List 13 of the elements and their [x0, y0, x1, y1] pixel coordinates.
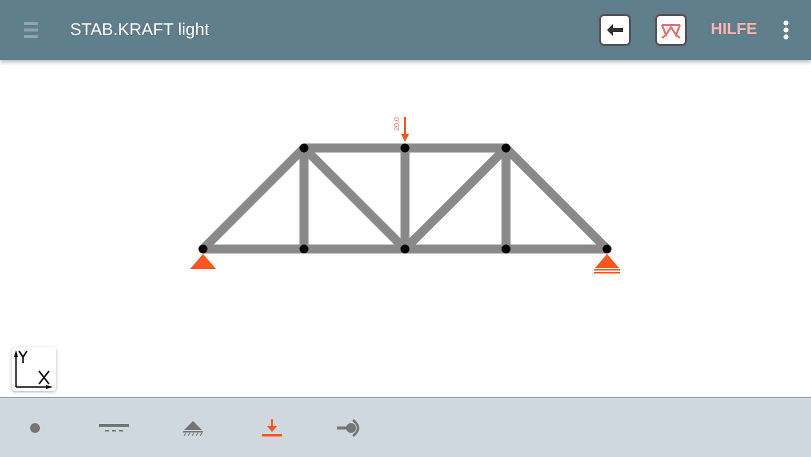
supports-view-button[interactable]	[654, 14, 687, 46]
back-button[interactable]	[598, 14, 631, 46]
pin-support-icon[interactable]	[190, 254, 216, 269]
arrow-left-icon	[606, 24, 623, 36]
load-arrow[interactable]	[401, 117, 409, 142]
axis-indicator-icon[interactable]	[12, 347, 56, 391]
truss-icon	[660, 21, 682, 39]
more-options-icon[interactable]	[783, 20, 789, 40]
menu-icon[interactable]	[24, 21, 38, 39]
roller-support-icon[interactable]	[594, 254, 620, 274]
app-title: STAB.KRAFT light	[69, 19, 210, 42]
truss-drawing[interactable]	[198, 144, 612, 254]
help-button[interactable]: HILFE	[710, 18, 757, 42]
